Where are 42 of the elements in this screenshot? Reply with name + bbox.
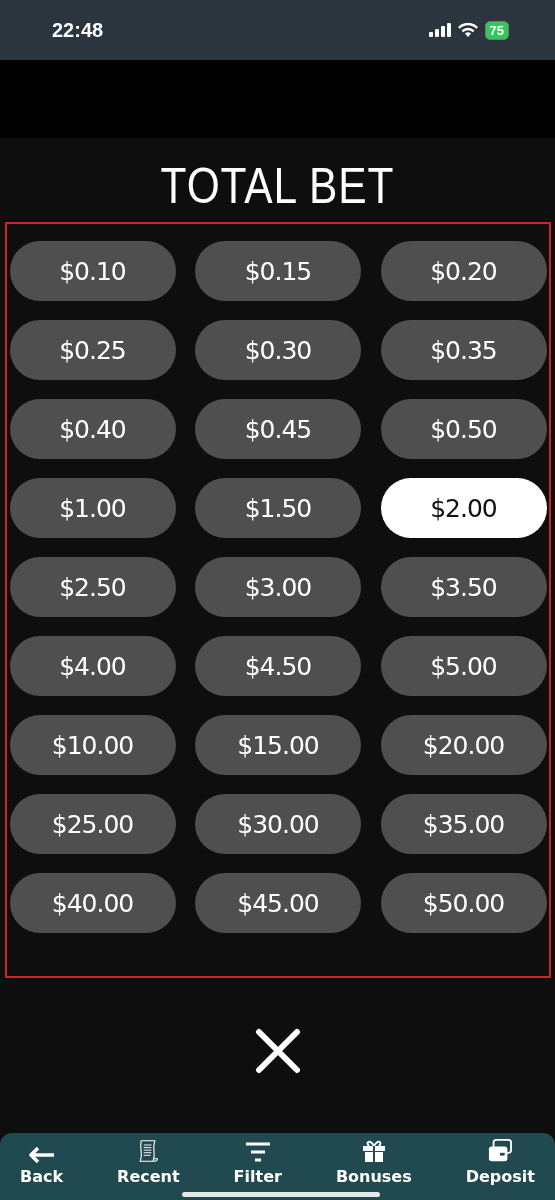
- bet-option[interactable]: $2.00: [380, 478, 547, 538]
- clock: 22:48: [52, 18, 104, 42]
- bet-option[interactable]: $0.40: [9, 399, 176, 459]
- close-icon[interactable]: [254, 1028, 301, 1074]
- filter-icon: [244, 1141, 271, 1163]
- bet-option[interactable]: $45.00: [195, 873, 361, 933]
- gift-icon: [361, 1139, 386, 1163]
- bet-option[interactable]: $0.15: [195, 241, 361, 301]
- signal-icon: [428, 23, 451, 37]
- bet-option[interactable]: $1.50: [195, 478, 361, 538]
- bet-option[interactable]: $1.00: [9, 478, 176, 538]
- bet-option[interactable]: $0.30: [195, 320, 361, 380]
- bet-option[interactable]: $4.50: [195, 636, 361, 696]
- back-arrow-icon: [28, 1147, 55, 1163]
- bet-option[interactable]: $0.50: [380, 399, 547, 459]
- bet-option[interactable]: $3.50: [380, 557, 547, 617]
- nav-button[interactable]: Filter: [225, 1133, 290, 1200]
- bet-option[interactable]: $30.00: [195, 794, 361, 854]
- bet-option[interactable]: $4.00: [9, 636, 176, 696]
- bet-option[interactable]: $25.00: [9, 794, 176, 854]
- bet-option[interactable]: $20.00: [380, 715, 547, 775]
- bet-option[interactable]: $15.00: [195, 715, 361, 775]
- nav-button[interactable]: Bonuses: [327, 1133, 420, 1200]
- bet-option[interactable]: $0.20: [380, 241, 547, 301]
- nav-button[interactable]: Recent: [109, 1133, 188, 1200]
- card-icon: [487, 1139, 514, 1163]
- wifi-icon: [457, 23, 478, 37]
- nav-button[interactable]: Deposit: [457, 1133, 543, 1200]
- bet-option[interactable]: $50.00: [380, 873, 547, 933]
- bet-option[interactable]: $35.00: [380, 794, 547, 854]
- bet-option[interactable]: $40.00: [9, 873, 176, 933]
- bet-option[interactable]: $0.25: [9, 320, 176, 380]
- bet-option[interactable]: $10.00: [9, 715, 176, 775]
- battery-indicator: 75: [484, 20, 509, 40]
- bet-option[interactable]: $0.35: [380, 320, 547, 380]
- bet-option[interactable]: $3.00: [195, 557, 361, 617]
- bet-option[interactable]: $2.50: [9, 557, 176, 617]
- bet-option[interactable]: $0.45: [195, 399, 361, 459]
- nav-button[interactable]: Back: [12, 1133, 72, 1200]
- bet-option[interactable]: $0.10: [9, 241, 176, 301]
- dialog-title: TOTAL BET: [160, 157, 395, 216]
- bet-option[interactable]: $5.00: [380, 636, 547, 696]
